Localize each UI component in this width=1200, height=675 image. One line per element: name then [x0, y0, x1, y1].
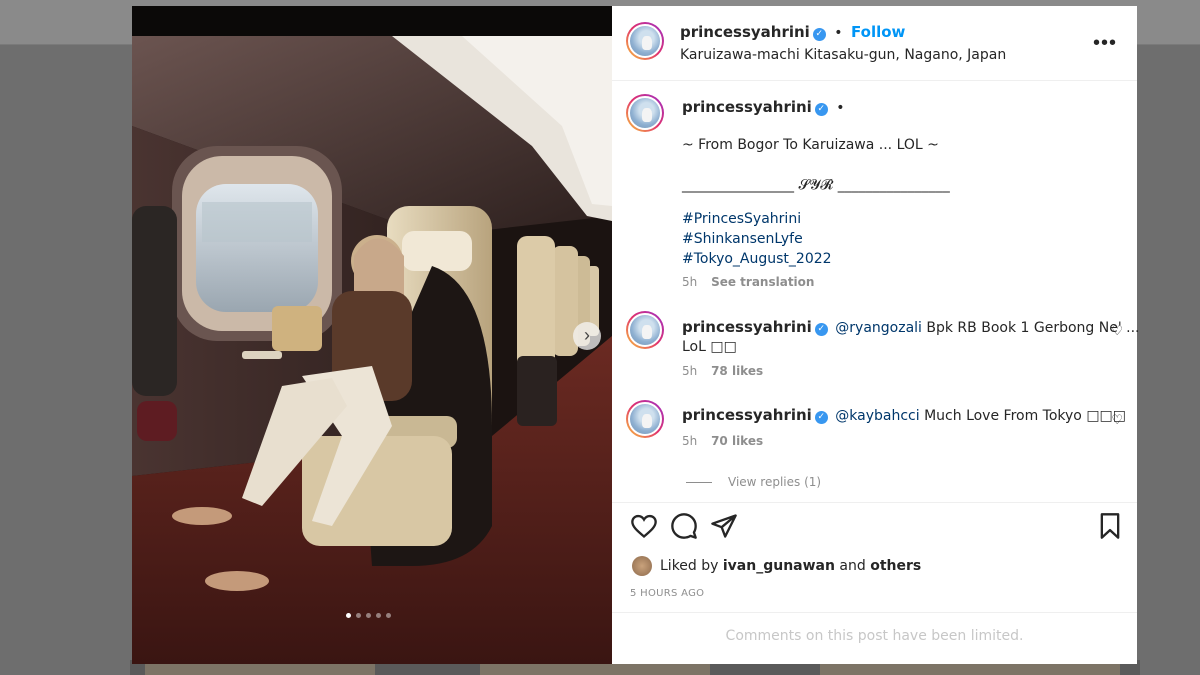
separator-dot: •	[836, 100, 845, 116]
liked-by-line: Liked by ivan_gunawan and others	[660, 558, 921, 574]
liked-by-and: and	[839, 558, 866, 574]
post-timestamp: 5 HOURS AGO	[630, 588, 705, 599]
comment-likes-link[interactable]: 70 likes	[711, 434, 763, 448]
carousel-dot	[356, 613, 361, 618]
comment-time: 5h	[682, 434, 698, 448]
comment-text-continued: LoL □□	[682, 339, 737, 355]
verified-badge-icon: ✓	[814, 103, 828, 116]
liked-by-others-link[interactable]: others	[870, 558, 921, 574]
carousel-next-button[interactable]: ›	[573, 322, 601, 350]
comment-mention[interactable]: @ryangozali	[835, 320, 922, 336]
carousel-dot	[386, 613, 391, 618]
comment-line: princessyahrini ✓ @ryangozali Bpk RB Book…	[682, 318, 1139, 336]
liked-by-user-link[interactable]: ivan_gunawan	[723, 558, 835, 574]
caption-signature-line: ________________ 𝓢𝓨𝓡 ________________	[682, 177, 950, 193]
post-photo: ›	[132, 6, 612, 664]
verified-badge-icon: ✓	[812, 28, 826, 41]
comment-like-heart-icon[interactable]: ♡	[1111, 412, 1123, 428]
comment-text: Much Love From Tokyo □□□	[919, 408, 1126, 424]
divider	[612, 502, 1137, 503]
carousel-dot	[366, 613, 371, 618]
like-heart-icon[interactable]	[630, 512, 658, 540]
comment-like-heart-icon[interactable]: ♡	[1111, 323, 1123, 339]
view-replies-link[interactable]: View replies (1)	[728, 475, 821, 489]
separator-dot: •	[834, 25, 843, 41]
caption-user-line: princessyahrini ✓ •	[682, 98, 845, 116]
comment-avatar[interactable]	[626, 311, 664, 349]
verified-badge-icon: ✓	[814, 323, 828, 336]
post-header: princessyahrini ✓ • Follow Karuizawa-mach…	[612, 6, 1137, 81]
comments-limited-notice: Comments on this post have been limited.	[725, 628, 1024, 644]
comment-username[interactable]: princessyahrini	[682, 406, 812, 424]
carousel-dot	[346, 613, 351, 618]
author-avatar[interactable]	[626, 22, 664, 60]
caption-hashtag[interactable]: #PrincesSyahrini	[682, 211, 801, 227]
comment-meta: 5h 70 likes	[682, 434, 763, 448]
share-paper-plane-icon[interactable]	[710, 512, 738, 540]
caption-meta: 5h See translation	[682, 275, 814, 289]
header-user-line: princessyahrini ✓ • Follow	[680, 23, 905, 41]
caption-username[interactable]: princessyahrini	[682, 98, 812, 116]
caption-time: 5h	[682, 275, 698, 289]
comment-time: 5h	[682, 364, 698, 378]
caption-line: ~ From Bogor To Karuizawa ... LOL ~	[682, 137, 939, 153]
verified-badge-icon: ✓	[814, 411, 828, 424]
caption-hashtag[interactable]: #ShinkansenLyfe	[682, 231, 803, 247]
carousel-dot	[376, 613, 381, 618]
post-location[interactable]: Karuizawa-machi Kitasaku-gun, Nagano, Ja…	[680, 47, 1006, 63]
post-modal: › princessyahrini ✓ • Follow Karuizawa-ma…	[132, 6, 1139, 664]
comment-likes-link[interactable]: 78 likes	[711, 364, 763, 378]
see-translation-link[interactable]: See translation	[711, 275, 814, 289]
caption-hashtag[interactable]: #Tokyo_August_2022	[682, 251, 832, 267]
caption-avatar[interactable]	[626, 94, 664, 132]
post-details-panel: princessyahrini ✓ • Follow Karuizawa-mach…	[612, 6, 1139, 664]
replies-line	[686, 482, 712, 483]
train-interior-image	[132, 6, 612, 664]
comment-text: Bpk RB Book 1 Gerbong Ne' ...	[921, 320, 1140, 336]
comment-mention[interactable]: @kaybahcci	[835, 408, 919, 424]
follow-button[interactable]: Follow	[851, 23, 905, 41]
author-username[interactable]: princessyahrini	[680, 23, 810, 41]
save-bookmark-icon[interactable]	[1096, 512, 1124, 540]
comment-meta: 5h 78 likes	[682, 364, 763, 378]
liker-avatar[interactable]	[632, 556, 652, 576]
comment-bubble-icon[interactable]	[670, 512, 698, 540]
carousel-indicator	[346, 613, 391, 618]
comment-avatar[interactable]	[626, 400, 664, 438]
liked-by-prefix: Liked by	[660, 558, 719, 574]
divider	[612, 612, 1137, 613]
comment-line: princessyahrini ✓ @kaybahcci Much Love Fr…	[682, 406, 1126, 424]
more-options-icon[interactable]: •••	[1093, 32, 1117, 55]
comment-username[interactable]: princessyahrini	[682, 318, 812, 336]
